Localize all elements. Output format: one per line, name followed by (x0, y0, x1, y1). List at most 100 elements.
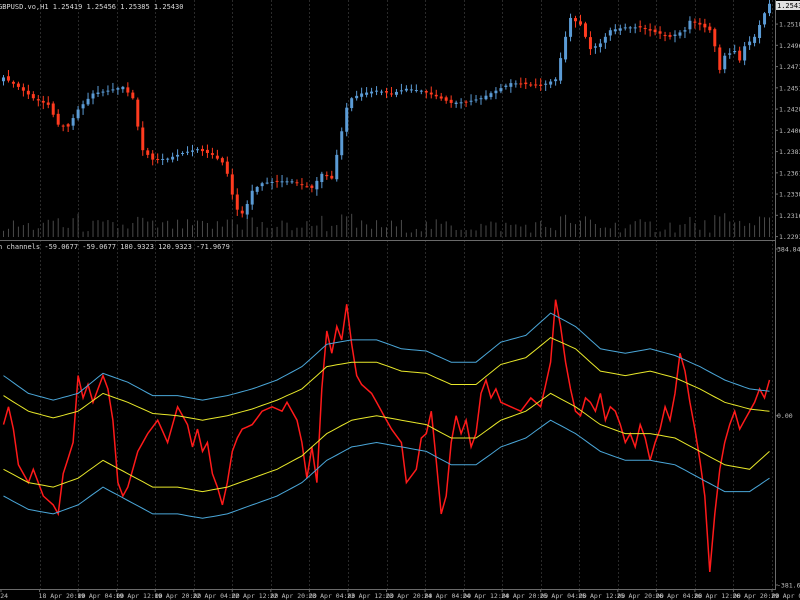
candle-body (544, 83, 548, 85)
price-axis-label: 1.25185 (779, 21, 800, 29)
indicator-panel-header: n channels -59.0677 -59.0677 180.9323 12… (0, 243, 230, 251)
candle-body (504, 85, 508, 87)
indicator-axis-label: 384.8405 (777, 246, 800, 254)
candle-body (524, 82, 528, 85)
time-axis-label: 18 Apr 2024 (0, 592, 8, 600)
candle-body (464, 101, 468, 103)
candle-body (593, 46, 597, 48)
candle-body (748, 41, 752, 46)
candle-body (479, 98, 483, 100)
candle-body (708, 26, 712, 31)
indicator-axis-label: -381.6507 (777, 582, 800, 590)
candle-body (539, 84, 543, 86)
candle-body (71, 118, 75, 126)
candle-body (514, 83, 518, 85)
current-price-label: 1.25430 (777, 2, 800, 10)
candle-body (345, 107, 349, 132)
candle-body (698, 22, 702, 25)
candle-body (454, 102, 458, 104)
candle-body (608, 30, 612, 36)
candle-body (275, 180, 279, 182)
price-axis-label: 1.23160 (779, 212, 800, 220)
candle-body (320, 173, 324, 183)
candle-body (375, 90, 379, 92)
candle-body (718, 47, 722, 70)
candle-body (419, 90, 423, 92)
candle-body (404, 88, 408, 91)
candle-body (688, 20, 692, 30)
candle-body (215, 155, 219, 159)
candle-body (121, 86, 125, 90)
candle-body (613, 29, 617, 32)
candle-body (156, 158, 160, 160)
candle-body (230, 174, 234, 195)
candle-body (588, 37, 592, 50)
price-axis-label: 1.24510 (779, 84, 800, 92)
candle-body (444, 97, 448, 101)
candle-body (46, 102, 50, 105)
candle-body (385, 91, 388, 93)
candle-body (171, 156, 175, 160)
candle-body (290, 181, 294, 183)
candle-body (240, 210, 244, 214)
price-axis-label: 1.23835 (779, 148, 800, 156)
candle-body (151, 153, 155, 160)
candle-body (509, 83, 513, 87)
candle-body (355, 95, 359, 99)
candle-body (474, 99, 478, 101)
current-price-tag: 1.25430 (776, 1, 800, 10)
candle-body (36, 99, 40, 101)
price-axis-label: 1.24060 (779, 127, 800, 135)
candle-body (678, 32, 682, 36)
candle-body (260, 183, 264, 187)
candle-body (469, 100, 473, 102)
candle-body (111, 89, 115, 91)
candle-body (549, 81, 553, 85)
candle-body (743, 46, 747, 61)
candle-body (225, 161, 229, 174)
candle-body (598, 43, 602, 47)
candle-body (86, 98, 90, 105)
candle-body (394, 91, 398, 95)
candle-body (255, 187, 259, 192)
candle-body (61, 125, 65, 127)
candle-body (96, 92, 100, 95)
candle-body (663, 35, 667, 37)
candle-body (360, 93, 364, 97)
candle-body (365, 92, 369, 95)
candle-body (265, 182, 269, 184)
candle-body (116, 88, 120, 90)
candle-body (370, 91, 374, 94)
candle-body (41, 100, 45, 103)
candle-body (693, 21, 697, 23)
candle-body (340, 131, 344, 156)
candle-body (643, 28, 647, 30)
candle-body (534, 84, 538, 86)
candle-body (380, 91, 384, 93)
candle-body (166, 158, 170, 160)
candle-body (484, 95, 488, 100)
candle-body (569, 17, 573, 37)
candle-body (673, 34, 677, 36)
candle-body (703, 23, 707, 28)
candle-body (195, 149, 199, 151)
candle-body (623, 27, 627, 29)
candle-body (424, 91, 428, 93)
candle-body (330, 175, 334, 179)
candle-body (16, 83, 20, 87)
candle-body (583, 23, 587, 37)
candle-body (579, 21, 582, 25)
candle-body (638, 26, 642, 28)
candle-body (434, 94, 438, 97)
price-axis-label: 1.24735 (779, 63, 800, 71)
candle-body (325, 174, 329, 177)
time-axis-label: 29 Apr 04:00 (771, 592, 800, 600)
candle-body (161, 158, 165, 160)
candle-body (181, 153, 185, 154)
candle-body (200, 148, 204, 152)
candle-body (459, 102, 463, 104)
chart-window[interactable]: GBPUSD.vo,H1 1.25419 1.25456 1.25385 1.2… (0, 0, 800, 600)
candle-body (758, 25, 762, 39)
candle-body (574, 18, 578, 22)
candle-body (389, 93, 393, 95)
